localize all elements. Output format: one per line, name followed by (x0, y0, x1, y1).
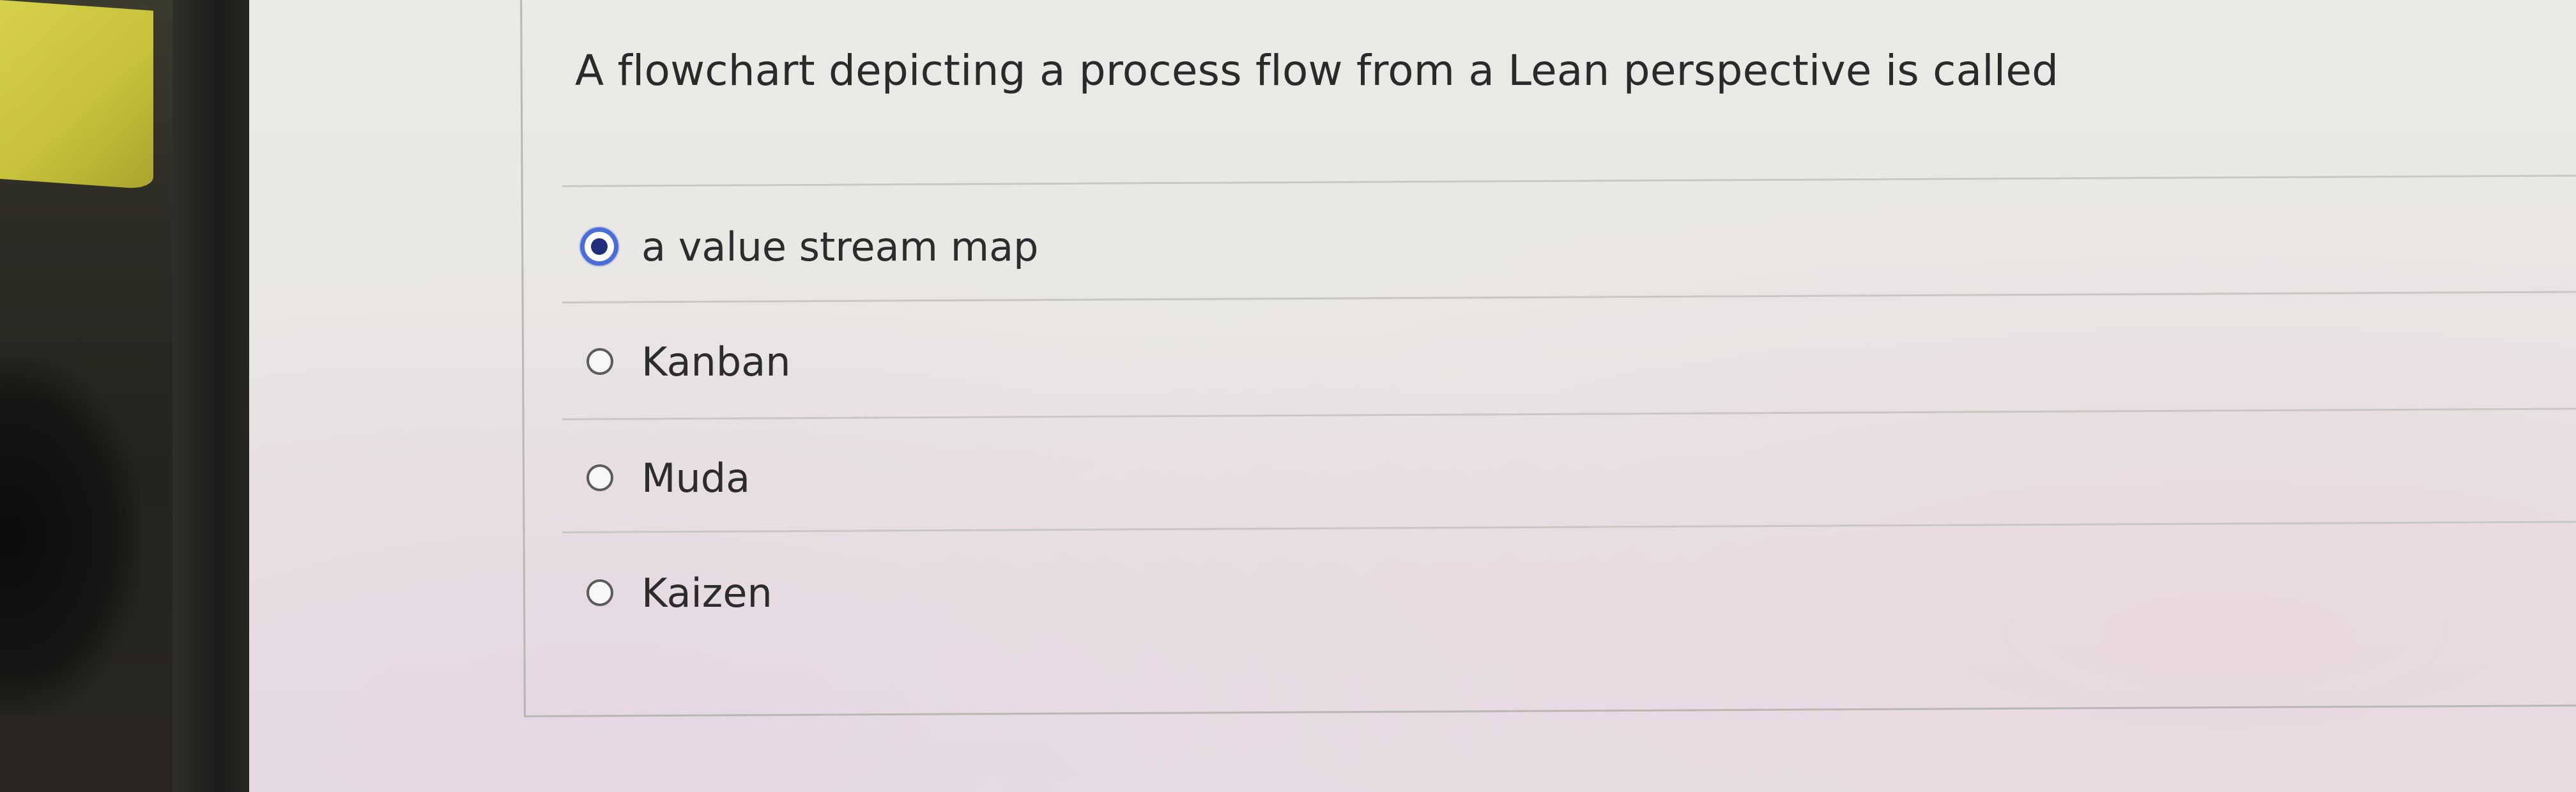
option-muda[interactable]: Muda (586, 446, 750, 510)
option-kanban[interactable]: Kanban (586, 330, 791, 393)
monitor-bezel (172, 0, 249, 792)
question-text: A flowchart depicting a process flow fro… (575, 46, 2059, 95)
radio-checked-icon[interactable] (580, 227, 618, 266)
option-label: Muda (641, 454, 751, 501)
option-label: a value stream map (641, 223, 1039, 270)
option-value-stream-map[interactable]: a value stream map (580, 215, 1039, 278)
option-kaizen[interactable]: Kaizen (586, 561, 772, 625)
radio-unchecked-icon[interactable] (586, 579, 613, 606)
option-label: Kanban (641, 338, 791, 385)
sticky-note (0, 0, 153, 190)
question-card (520, 0, 2576, 718)
option-label: Kaizen (641, 569, 772, 616)
radio-unchecked-icon[interactable] (586, 348, 613, 375)
radio-unchecked-icon[interactable] (586, 464, 613, 491)
photo-scene: A flowchart depicting a process flow fro… (0, 0, 2576, 792)
dark-object (0, 358, 141, 715)
